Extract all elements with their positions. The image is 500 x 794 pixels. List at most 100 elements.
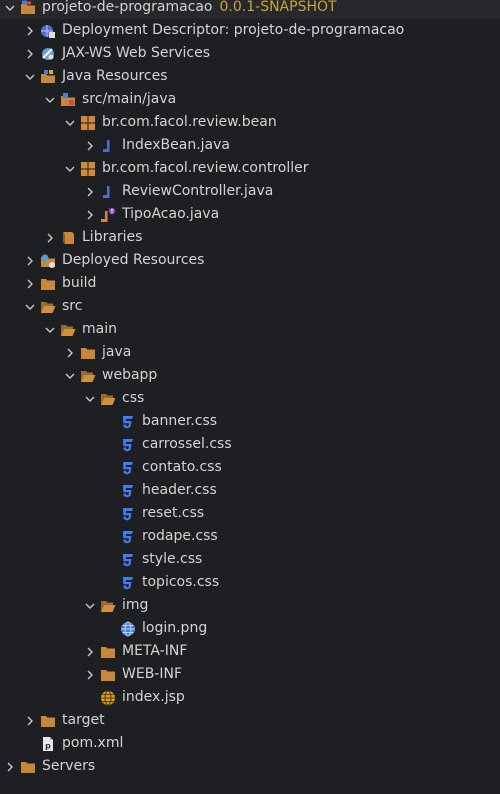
project-name: projeto-de-programacao — [42, 0, 213, 15]
folder-open-icon — [60, 322, 76, 338]
tree-item-label: banner.css — [142, 413, 218, 429]
tree-item-css-file[interactable]: rodape.css — [0, 525, 500, 548]
tree-item-libraries[interactable]: Libraries — [0, 226, 500, 249]
tree-item-label: java — [102, 344, 132, 360]
java-file-icon — [100, 138, 116, 154]
chevron-down-icon[interactable] — [63, 364, 77, 387]
chevron-down-icon[interactable] — [83, 594, 97, 617]
chevron-right-icon[interactable] — [83, 640, 97, 663]
tree-item-pom-xml[interactable]: p pom.xml — [0, 732, 500, 755]
tree-item-label: pom.xml — [62, 735, 124, 751]
tree-item-label: style.css — [142, 551, 203, 567]
tree-item-main[interactable]: main — [0, 318, 500, 341]
web-services-icon — [40, 46, 56, 62]
tree-item-login-png[interactable]: login.png — [0, 617, 500, 640]
tree-item-label: header.css — [142, 482, 217, 498]
folder-open-icon — [80, 368, 96, 384]
folder-icon — [40, 713, 56, 729]
css-file-icon — [120, 506, 136, 522]
tree-item-package-controller[interactable]: br.com.facol.review.controller — [0, 157, 500, 180]
tree-item-label: index.jsp — [122, 689, 185, 705]
chevron-down-icon[interactable] — [23, 295, 37, 318]
chevron-right-icon[interactable] — [23, 19, 37, 42]
tree-item-package-bean[interactable]: br.com.facol.review.bean — [0, 111, 500, 134]
tree-item-label: target — [62, 712, 105, 728]
chevron-right-icon[interactable] — [83, 663, 97, 686]
chevron-right-icon[interactable] — [83, 203, 97, 226]
chevron-down-icon[interactable] — [3, 0, 17, 19]
tree-item-label: JAX-WS Web Services — [62, 45, 211, 61]
tree-item-css-file[interactable]: style.css — [0, 548, 500, 571]
image-file-globe-icon — [120, 621, 136, 637]
jsp-file-icon — [100, 690, 116, 706]
tree-item-src[interactable]: src — [0, 295, 500, 318]
tree-item-servers[interactable]: Servers — [0, 755, 500, 778]
chevron-down-icon[interactable] — [43, 318, 57, 341]
folder-icon — [40, 276, 56, 292]
tree-item-reviewcontroller-java[interactable]: ReviewController.java — [0, 180, 500, 203]
tree-item-css-file[interactable]: banner.css — [0, 410, 500, 433]
tree-item-label: META-INF — [122, 643, 188, 659]
tree-item-label: br.com.facol.review.controller — [102, 160, 309, 176]
maven-pom-file-icon: p — [40, 736, 56, 752]
chevron-right-icon[interactable] — [23, 272, 37, 295]
css-file-icon — [120, 437, 136, 453]
tree-item-meta-inf[interactable]: META-INF — [0, 640, 500, 663]
tree-item-label: rodape.css — [142, 528, 218, 544]
svg-text:p: p — [45, 742, 51, 751]
tree-item-css-file[interactable]: header.css — [0, 479, 500, 502]
chevron-right-icon[interactable] — [3, 755, 17, 778]
chevron-down-icon[interactable] — [63, 111, 77, 134]
chevron-down-icon[interactable] — [83, 387, 97, 410]
tree-item-tipoacao-java[interactable]: TipoAcao.java — [0, 203, 500, 226]
tree-item-target[interactable]: target — [0, 709, 500, 732]
chevron-right-icon[interactable] — [23, 42, 37, 65]
deployment-descriptor-icon — [40, 23, 56, 39]
deployed-resources-icon — [40, 253, 56, 269]
chevron-right-icon[interactable] — [83, 134, 97, 157]
tree-item-css-file[interactable]: topicos.css — [0, 571, 500, 594]
tree-item-label: TipoAcao.java — [122, 206, 220, 222]
tree-item-label: br.com.facol.review.bean — [102, 114, 277, 130]
tree-item-java-resources[interactable]: Java Resources — [0, 65, 500, 88]
css-file-icon — [120, 575, 136, 591]
package-icon — [80, 161, 96, 177]
tree-item-css-file[interactable]: reset.css — [0, 502, 500, 525]
tree-item-jaxws[interactable]: JAX-WS Web Services — [0, 42, 500, 65]
tree-item-indexbean-java[interactable]: IndexBean.java — [0, 134, 500, 157]
tree-item-deployed-resources[interactable]: Deployed Resources — [0, 249, 500, 272]
chevron-down-icon[interactable] — [43, 88, 57, 111]
chevron-right-icon[interactable] — [63, 341, 77, 364]
chevron-right-icon[interactable] — [23, 709, 37, 732]
tree-item-build[interactable]: build — [0, 272, 500, 295]
library-icon — [60, 230, 76, 246]
tree-item-label: IndexBean.java — [122, 137, 230, 153]
tree-item-src-main-java[interactable]: src/main/java — [0, 88, 500, 111]
tree-item-css-file[interactable]: contato.css — [0, 456, 500, 479]
css-file-icon — [120, 529, 136, 545]
chevron-right-icon[interactable] — [43, 226, 57, 249]
tree-item-label: contato.css — [142, 459, 222, 475]
tree-item-web-inf[interactable]: WEB-INF — [0, 663, 500, 686]
tree-item-label: ReviewController.java — [122, 183, 274, 199]
chevron-right-icon[interactable] — [23, 249, 37, 272]
tree-item-img-folder[interactable]: img — [0, 594, 500, 617]
tree-item-label: Deployment Descriptor: projeto-de-progra… — [62, 22, 405, 38]
tree-item-label: Java Resources — [62, 68, 168, 84]
tree-item-css-folder[interactable]: css — [0, 387, 500, 410]
chevron-down-icon[interactable] — [63, 157, 77, 180]
chevron-down-icon[interactable] — [23, 65, 37, 88]
tree-item-project[interactable]: projeto-de-programacao 0.0.1-SNAPSHOT — [0, 0, 500, 19]
tree-item-label: login.png — [142, 620, 208, 636]
java-enum-file-icon — [100, 207, 116, 223]
tree-item-java[interactable]: java — [0, 341, 500, 364]
tree-item-index-jsp[interactable]: index.jsp — [0, 686, 500, 709]
chevron-right-icon[interactable] — [83, 180, 97, 203]
project-version: 0.0.1-SNAPSHOT — [219, 0, 337, 15]
tree-item-css-file[interactable]: carrossel.css — [0, 433, 500, 456]
tree-item-label: topicos.css — [142, 574, 220, 590]
folder-icon — [100, 644, 116, 660]
tree-item-deployment-descriptor[interactable]: Deployment Descriptor: projeto-de-progra… — [0, 19, 500, 42]
tree-item-label: webapp — [102, 367, 158, 383]
tree-item-webapp[interactable]: webapp — [0, 364, 500, 387]
